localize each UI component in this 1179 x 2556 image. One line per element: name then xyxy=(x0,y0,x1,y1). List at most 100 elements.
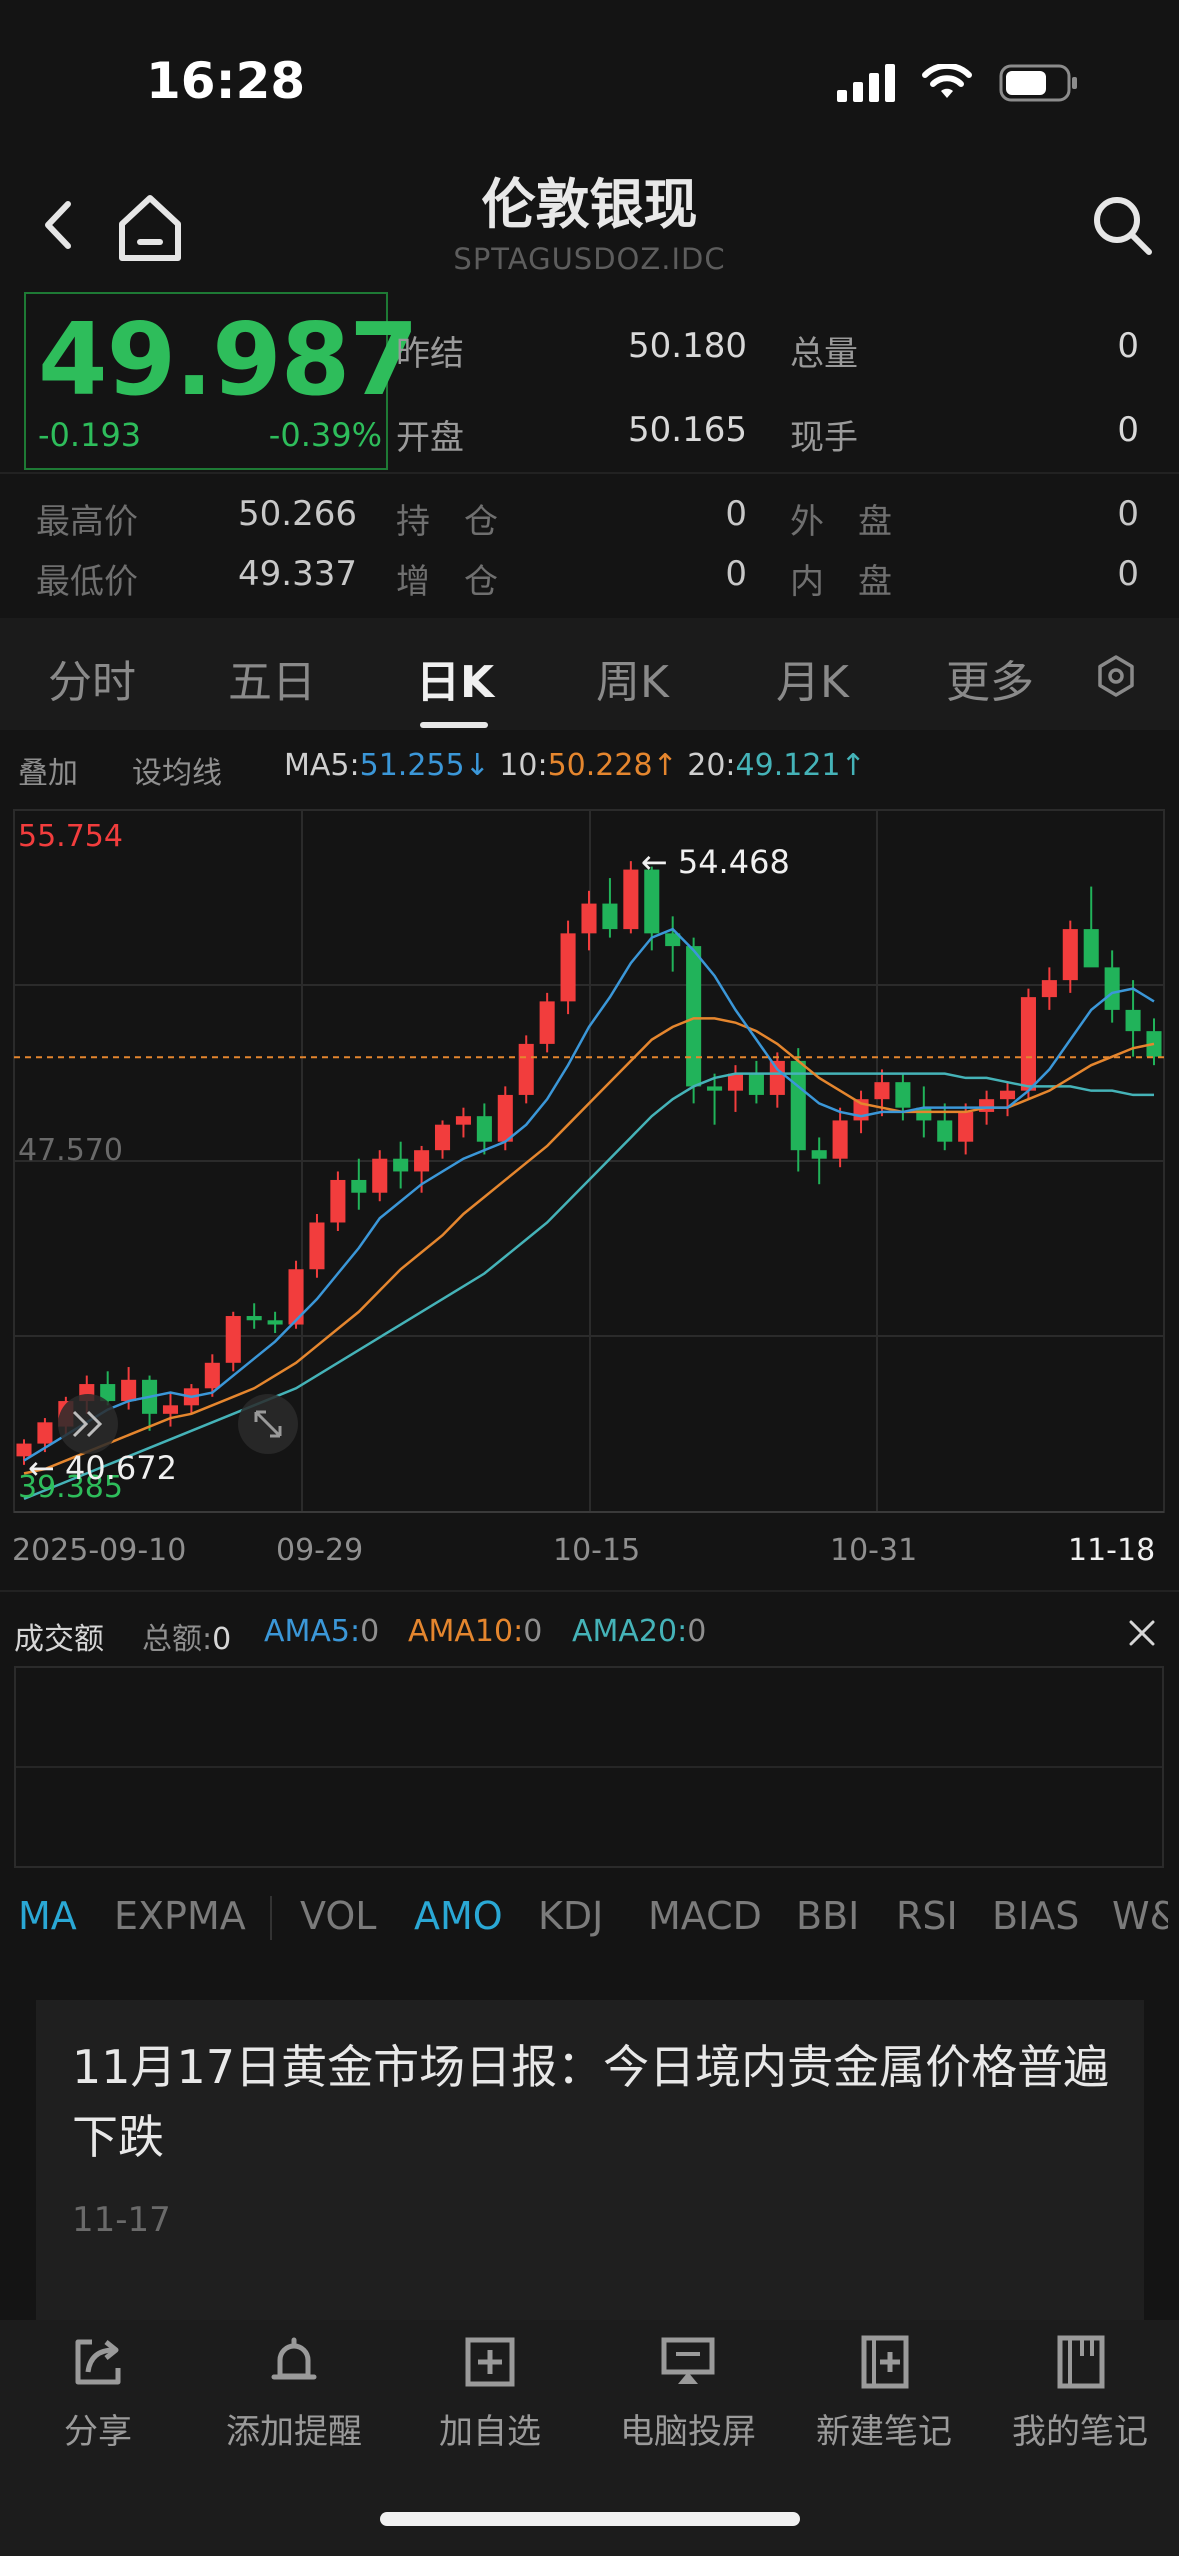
my-notes-button[interactable]: 我的笔记 xyxy=(982,2334,1178,2453)
indicator-tab-ma[interactable]: MA xyxy=(18,1894,77,1938)
y-axis-mid-label: 47.570 xyxy=(18,1133,123,1168)
candle-body xyxy=(560,933,576,1002)
ma20-value: 49.121 xyxy=(735,748,841,783)
candle xyxy=(1020,988,1036,1100)
indicator-tab-rsi[interactable]: RSI xyxy=(896,1894,958,1938)
candle-body xyxy=(895,1082,911,1108)
candle-body xyxy=(748,1073,764,1095)
volume-chart xyxy=(14,1666,1164,1868)
candle-body xyxy=(581,903,597,934)
tab-more[interactable]: 更多 xyxy=(946,646,1034,710)
candle-body xyxy=(225,1316,241,1363)
tab-daily-k[interactable]: 日K xyxy=(416,646,494,710)
stat-value-total-volume: 0 xyxy=(1117,326,1139,366)
candle xyxy=(455,1107,471,1138)
candle-body xyxy=(497,1094,513,1142)
indicator-tab-wr[interactable]: W& xyxy=(1112,1894,1168,1938)
wifi-icon xyxy=(922,64,972,98)
price-change-percent: -0.39% xyxy=(268,416,382,454)
candle xyxy=(1083,886,1099,968)
high-price-marker: ← 54.468 xyxy=(641,843,790,881)
candle-body xyxy=(1041,980,1057,998)
tab-monthly-k[interactable]: 月K xyxy=(776,646,849,710)
candle-body xyxy=(874,1082,890,1100)
x-axis-label-1: 2025-09-10 xyxy=(12,1533,186,1568)
candle xyxy=(393,1141,409,1189)
close-volume-icon[interactable] xyxy=(1127,1618,1157,1648)
quote-divider xyxy=(0,472,1179,474)
tab-weekly-k[interactable]: 周K xyxy=(596,646,669,710)
plus-square-icon xyxy=(465,2337,515,2387)
candle-body xyxy=(623,869,639,930)
news-title[interactable]: 11月17日黄金市场日报：今日境内贵金属价格普遍下跌 xyxy=(72,2032,1112,2172)
ma5-value: 51.255 xyxy=(359,748,465,783)
news-card[interactable]: 11月17日黄金市场日报：今日境内贵金属价格普遍下跌 11-17 xyxy=(36,2000,1144,2340)
chart-settings-icon[interactable] xyxy=(1094,654,1138,698)
candle xyxy=(665,916,681,972)
ama10-label: AMA10: xyxy=(408,1614,524,1649)
ama5-value: 0 xyxy=(360,1614,380,1649)
battery-icon xyxy=(999,64,1077,102)
notebook-icon xyxy=(1057,2335,1105,2389)
add-watchlist-button[interactable]: 加自选 xyxy=(392,2334,588,2453)
low-price-marker: ← 40.672 xyxy=(28,1449,177,1487)
indicator-tab-expma[interactable]: EXPMA xyxy=(114,1894,246,1938)
candle xyxy=(309,1213,325,1278)
indicator-tab-amo[interactable]: AMO xyxy=(414,1894,503,1938)
new-note-button[interactable]: 新建笔记 xyxy=(786,2334,982,2453)
candle-body xyxy=(1020,997,1036,1091)
cellular-signal-icon xyxy=(837,64,895,102)
indicator-tab-bias[interactable]: BIAS xyxy=(992,1894,1079,1938)
ama5-readout: AMA5:0 xyxy=(264,1614,379,1649)
candle-body xyxy=(1104,967,1120,1010)
indicator-tab-vol[interactable]: VOL xyxy=(300,1894,376,1938)
candle-body xyxy=(539,1001,555,1044)
ma5-arrow: ↓ xyxy=(464,748,490,783)
add-alert-button[interactable]: 添加提醒 xyxy=(196,2334,392,2453)
indicator-tab-bbi[interactable]: BBI xyxy=(796,1894,859,1938)
candle-body xyxy=(372,1158,388,1193)
overlay-button[interactable]: 叠加 xyxy=(18,748,78,792)
volume-title: 成交额 xyxy=(14,1622,104,1657)
candle xyxy=(937,1103,953,1151)
candle xyxy=(539,992,555,1053)
candle xyxy=(748,1060,764,1104)
ma20-arrow: ↑ xyxy=(840,748,866,783)
candle xyxy=(602,878,618,938)
candle-body xyxy=(204,1362,220,1389)
share-button[interactable]: 分享 xyxy=(0,2334,196,2453)
candle xyxy=(267,1311,283,1334)
status-icons xyxy=(837,64,1079,102)
candle-body xyxy=(811,1150,827,1159)
candle-body xyxy=(958,1111,974,1142)
candle xyxy=(1104,950,1120,1023)
candle xyxy=(183,1384,199,1414)
candle xyxy=(246,1303,262,1329)
volume-total: 总额:0 xyxy=(142,1614,231,1658)
ama20-readout: AMA20:0 xyxy=(572,1614,706,1649)
indicator-tab-macd[interactable]: MACD xyxy=(648,1894,762,1938)
expand-chart-icon[interactable] xyxy=(238,1394,298,1454)
indicator-tab-kdj[interactable]: KDJ xyxy=(538,1894,603,1938)
screen-cast-button[interactable]: 电脑投屏 xyxy=(590,2334,786,2453)
tab-intraday[interactable]: 分时 xyxy=(48,646,136,710)
candle-body xyxy=(686,946,702,1087)
volume-midline xyxy=(16,1766,1162,1768)
price-box: 49.987 -0.193 -0.39% xyxy=(24,292,419,470)
add-alert-label: 添加提醒 xyxy=(226,2412,362,2452)
x-axis-label-2: 09-29 xyxy=(276,1533,363,1568)
candle-body xyxy=(1125,1009,1141,1032)
collapse-chevrons-button[interactable] xyxy=(58,1394,118,1454)
ma-values: MA5:51.255↓ 10:50.228↑ 20:49.121↑ xyxy=(284,748,866,783)
screen-cast-label: 电脑投屏 xyxy=(620,2412,756,2452)
home-indicator xyxy=(380,2512,800,2526)
tab-five-day[interactable]: 五日 xyxy=(228,646,316,710)
stat-value-prev-settle: 50.180 xyxy=(628,326,747,366)
candle-body xyxy=(246,1316,262,1321)
candlestick-chart[interactable]: 55.754 47.570 39.385 ← 54.468 ← 40.672 2… xyxy=(0,800,1179,1580)
search-icon[interactable] xyxy=(1087,190,1157,260)
set-ma-button[interactable]: 设均线 xyxy=(132,748,222,792)
y-axis-top-label: 55.754 xyxy=(18,819,123,854)
x-axis-label-3: 10-15 xyxy=(553,1533,640,1568)
ma10-label: 10: xyxy=(499,748,548,783)
